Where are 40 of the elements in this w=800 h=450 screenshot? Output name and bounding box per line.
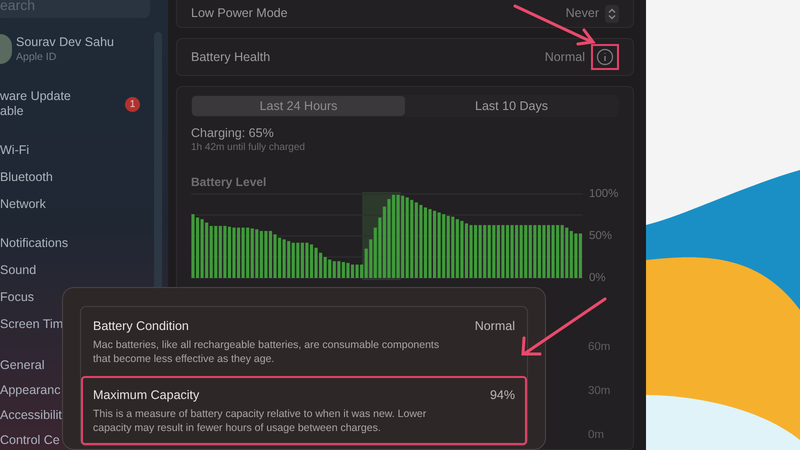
update-notice[interactable]: ware Update able xyxy=(0,89,71,119)
sidebar-item[interactable]: Sound xyxy=(0,261,68,279)
axis-tick-label: 50% xyxy=(589,229,612,243)
profile-subtitle: Apple ID xyxy=(16,50,58,64)
sidebar-item[interactable]: Notifications xyxy=(0,234,68,252)
sidebar-item[interactable]: Wi-Fi xyxy=(0,141,53,159)
profile-name: Sourav Dev Sahu xyxy=(16,34,114,50)
sidebar-item[interactable]: Control Ce xyxy=(0,431,62,449)
row-description: Mac batteries, like all rechargeable batteries, are consumable components that become less effective as they age. xyxy=(93,338,440,366)
row-title: Battery Condition xyxy=(93,318,189,335)
notification-badge: 1 xyxy=(125,96,140,112)
setting-value: Normal xyxy=(544,48,585,66)
axis-tick-label: 100% xyxy=(589,187,618,201)
sidebar-item[interactable]: Accessibilit xyxy=(0,406,62,424)
sidebar-item[interactable]: General xyxy=(0,356,62,374)
segment-tab[interactable]: Last 24 Hours xyxy=(192,96,405,116)
row-value: 94% xyxy=(490,386,515,404)
chart-title: Battery Level xyxy=(191,174,268,190)
avatar xyxy=(0,34,12,64)
setting-label: Battery Health xyxy=(191,48,270,66)
charging-status: Charging: 65% xyxy=(191,125,275,141)
axis-tick-label: 0m xyxy=(588,428,604,442)
info-icon xyxy=(596,48,614,66)
stepper-button[interactable] xyxy=(605,4,619,22)
sidebar-item[interactable]: Appearanc xyxy=(0,381,62,399)
row-title: Maximum Capacity xyxy=(93,386,200,404)
axis-tick-label: 30m xyxy=(588,384,610,398)
setting-label: Low Power Mode xyxy=(191,5,288,22)
sidebar-item[interactable]: Bluetooth xyxy=(0,168,53,186)
sidebar-item[interactable]: Network xyxy=(0,195,53,213)
charging-estimate: 1h 42m until fully charged xyxy=(191,141,306,155)
row-description: This is a measure of battery capacity relative to when it was new. Lower capacity may result in fewer hours of usage between charges. xyxy=(93,406,428,434)
axis-tick-label: 60m xyxy=(588,340,610,354)
axis-tick-label: 0% xyxy=(589,271,606,285)
row-value: Normal xyxy=(474,318,515,335)
setting-value: Never xyxy=(566,5,599,22)
info-button[interactable] xyxy=(591,44,619,70)
up-down-chevron-icon xyxy=(607,6,617,20)
scrollbar[interactable] xyxy=(154,32,162,290)
segment-tab[interactable]: Last 10 Days xyxy=(405,96,618,116)
